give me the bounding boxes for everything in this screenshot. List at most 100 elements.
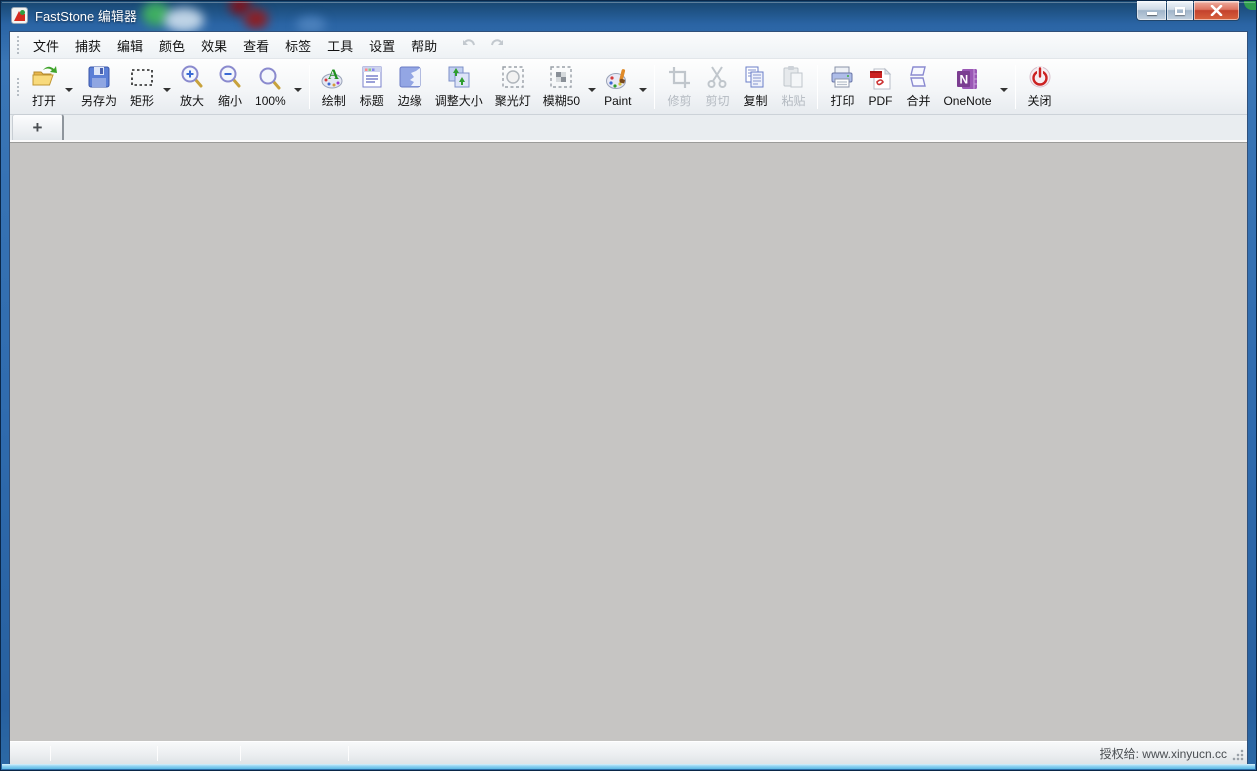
toolbar-button-paint[interactable]: Paint (598, 62, 637, 112)
zoom-dropdown-arrow-icon[interactable] (292, 62, 304, 112)
toolbar-button-cut: 剪切 (698, 62, 736, 112)
resize-icon (446, 64, 472, 90)
status-panel-divider (50, 746, 51, 761)
toolbar-button-draw[interactable]: A 绘制 (315, 62, 353, 112)
undo-icon (463, 39, 476, 46)
spotlight-icon (500, 64, 526, 90)
toolbar-button-spotlight[interactable]: 聚光灯 (489, 62, 537, 112)
menu-item-colors[interactable]: 颜色 (151, 33, 193, 58)
maximize-button[interactable] (1166, 1, 1194, 21)
window-bottom-frame (2, 764, 1255, 769)
desktop-blur-artifact (244, 9, 268, 29)
new-tab-button[interactable]: + (12, 114, 64, 140)
close-icon (1210, 5, 1223, 16)
toolbar-button-edge[interactable]: 边缘 (391, 62, 429, 112)
license-text: 授权给: www.xinyucn.cc (1099, 746, 1227, 761)
blur-icon (548, 64, 574, 90)
svg-text:A: A (328, 67, 339, 83)
toolbar-button-crop: 修剪 (660, 62, 698, 112)
toolbar-button-merge[interactable]: 合并 (899, 62, 937, 112)
toolbar-button-rectangle[interactable]: 矩形 (123, 62, 161, 112)
desktop-blur-artifact (296, 17, 326, 31)
menubar: 文件 捕获 编辑 颜色 效果 查看 标签 工具 设置 帮助 (10, 32, 1247, 59)
copy-icon (742, 64, 768, 90)
crop-icon (666, 64, 692, 90)
toolbar-button-save-as[interactable]: 另存为 (75, 62, 123, 112)
toolbar-separator (1014, 64, 1016, 109)
plus-icon: + (32, 117, 43, 137)
toolbar-separator (654, 64, 656, 109)
toolbar-button-onenote[interactable]: N OneNote (937, 62, 997, 112)
toolbar-button-copy[interactable]: 复制 (736, 62, 774, 112)
toolbar-button-zoom-100[interactable]: 100% (249, 62, 292, 112)
menu-item-tools[interactable]: 工具 (319, 33, 361, 58)
window-title: FastStone 编辑器 (35, 9, 137, 24)
edge-icon (397, 64, 423, 90)
menu-item-effects[interactable]: 效果 (193, 33, 235, 58)
toolbar-separator (308, 64, 310, 109)
status-panel-divider (240, 746, 241, 761)
power-icon (1027, 64, 1053, 90)
status-panel-divider (157, 746, 158, 761)
paste-icon (780, 64, 806, 90)
toolbar-separator (817, 64, 819, 109)
desktop-blur-artifact (164, 8, 204, 31)
menu-item-tag[interactable]: 标签 (277, 33, 319, 58)
close-button[interactable] (1194, 1, 1240, 21)
toolbar: 打开 另存为 矩形 放大 缩小 100% A 绘制 标题 边缘 调整大小 聚光灯… (10, 59, 1247, 115)
toolbar-button-close-editor[interactable]: 关闭 (1021, 62, 1059, 112)
status-panel-divider (348, 746, 349, 761)
blur-dropdown-arrow-icon[interactable] (586, 62, 598, 112)
menu-item-capture[interactable]: 捕获 (67, 33, 109, 58)
onenote-dropdown-arrow-icon[interactable] (998, 62, 1010, 112)
toolbar-grip-icon[interactable] (16, 36, 20, 54)
pdf-icon (867, 66, 893, 92)
toolbar-button-resize[interactable]: 调整大小 (429, 62, 489, 112)
zoom-out-icon (217, 64, 243, 90)
resize-grip[interactable] (1232, 749, 1244, 761)
faststone-app-icon (11, 7, 28, 24)
menu-item-edit[interactable]: 编辑 (109, 33, 151, 58)
merge-icon (905, 64, 931, 90)
titlebar[interactable]: FastStone 编辑器 (1, 1, 1256, 31)
menu-item-file[interactable]: 文件 (25, 33, 67, 58)
editor-canvas (10, 142, 1247, 741)
menu-item-help[interactable]: 帮助 (403, 33, 445, 58)
onenote-icon: N (954, 66, 980, 92)
menu-item-settings[interactable]: 设置 (361, 33, 403, 58)
toolbar-grip-icon[interactable] (16, 77, 20, 96)
toolbar-button-blur[interactable]: 模糊50 (537, 62, 586, 112)
menu-item-view[interactable]: 查看 (235, 33, 277, 58)
print-icon (829, 64, 855, 90)
open-icon (31, 64, 57, 90)
toolbar-button-zoom-in[interactable]: 放大 (173, 62, 211, 112)
minimize-icon (1146, 12, 1157, 15)
rectangle-icon (129, 64, 155, 90)
zoom-in-icon (179, 64, 205, 90)
tab-bar: + (10, 114, 1247, 142)
maximize-icon (1175, 6, 1185, 15)
open-dropdown-arrow-icon[interactable] (63, 62, 75, 112)
toolbar-button-zoom-out[interactable]: 缩小 (211, 62, 249, 112)
toolbar-button-print[interactable]: 打印 (823, 62, 861, 112)
window-controls (1136, 1, 1240, 21)
toolbar-button-open[interactable]: 打开 (25, 62, 63, 112)
toolbar-button-caption[interactable]: 标题 (353, 62, 391, 112)
undo-button[interactable] (459, 36, 479, 54)
app-window: FastStone 编辑器 文件 捕获 编辑 颜色 效果 查看 标签 工具 设置… (0, 0, 1257, 771)
caption-icon (359, 64, 385, 90)
paint-dropdown-arrow-icon[interactable] (637, 62, 649, 112)
draw-icon: A (321, 64, 347, 90)
status-bar: 授权给: www.xinyucn.cc (10, 741, 1247, 764)
toolbar-button-paste: 粘贴 (774, 62, 812, 112)
svg-text:N: N (960, 72, 969, 86)
toolbar-button-pdf[interactable]: PDF (861, 62, 899, 112)
minimize-button[interactable] (1136, 1, 1166, 21)
paint-icon (605, 66, 631, 92)
cut-icon (704, 64, 730, 90)
rectangle-dropdown-arrow-icon[interactable] (161, 62, 173, 112)
redo-icon (491, 39, 504, 46)
client-area: 文件 捕获 编辑 颜色 效果 查看 标签 工具 设置 帮助 打开 另存为 矩形 … (9, 31, 1248, 764)
zoom-100-icon (257, 66, 283, 92)
redo-button[interactable] (487, 36, 507, 54)
